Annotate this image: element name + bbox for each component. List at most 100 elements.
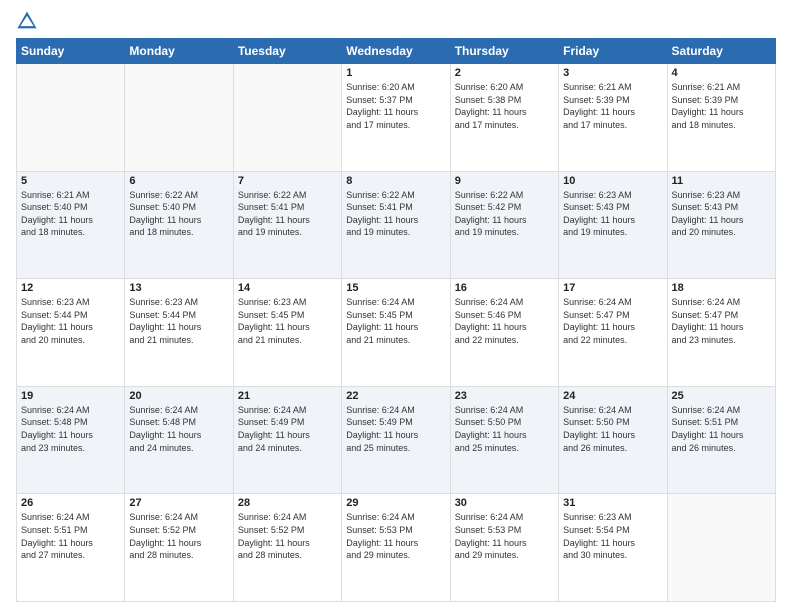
day-cell: 8Sunrise: 6:22 AM Sunset: 5:41 PM Daylig… xyxy=(342,171,450,279)
day-info: Sunrise: 6:24 AM Sunset: 5:51 PM Dayligh… xyxy=(21,511,120,561)
day-cell: 6Sunrise: 6:22 AM Sunset: 5:40 PM Daylig… xyxy=(125,171,233,279)
col-header-saturday: Saturday xyxy=(667,39,775,64)
day-cell: 22 Sunrise: 6:24 AM Sunset: 5:49 PM Dayli… xyxy=(342,386,450,494)
day-cell: 25Sunrise: 6:24 AM Sunset: 5:51 PM Dayli… xyxy=(667,386,775,494)
day-number: 27 xyxy=(129,497,228,509)
day-info: Sunrise: 6:22 AM Sunset: 5:41 PM Dayligh… xyxy=(346,189,445,239)
day-number: 13 xyxy=(129,282,228,294)
col-header-monday: Monday xyxy=(125,39,233,64)
day-info: Sunrise: 6:24 AM Sunset: 5:48 PM Dayligh… xyxy=(129,404,228,454)
day-number: 28 xyxy=(238,497,337,509)
day-info: Sunrise: 6:24 AM Sunset: 5:53 PM Dayligh… xyxy=(455,511,554,561)
day-info: Sunrise: 6:24 AM Sunset: 5:48 PM Dayligh… xyxy=(21,404,120,454)
calendar-table: SundayMondayTuesdayWednesdayThursdayFrid… xyxy=(16,38,776,602)
day-info: Sunrise: 6:24 AM Sunset: 5:53 PM Dayligh… xyxy=(346,511,445,561)
day-info: Sunrise: 6:20 AM Sunset: 5:37 PM Dayligh… xyxy=(346,81,445,131)
day-number: 6 xyxy=(129,175,228,187)
day-info: Sunrise: 6:24 AM Sunset: 5:50 PM Dayligh… xyxy=(563,404,662,454)
day-cell: 16Sunrise: 6:24 AM Sunset: 5:46 PM Dayli… xyxy=(450,279,558,387)
day-info: Sunrise: 6:20 AM Sunset: 5:38 PM Dayligh… xyxy=(455,81,554,131)
week-row-2: 5 Sunrise: 6:21 AM Sunset: 5:40 PM Daylig… xyxy=(17,171,776,279)
day-cell: 11 Sunrise: 6:23 AM Sunset: 5:43 PM Dayli… xyxy=(667,171,775,279)
day-cell: 9 Sunrise: 6:22 AM Sunset: 5:42 PM Daylig… xyxy=(450,171,558,279)
day-cell: 14Sunrise: 6:23 AM Sunset: 5:45 PM Dayli… xyxy=(233,279,341,387)
day-cell xyxy=(17,64,125,172)
day-cell: 1 Sunrise: 6:20 AM Sunset: 5:37 PM Daylig… xyxy=(342,64,450,172)
day-cell: 23 Sunrise: 6:24 AM Sunset: 5:50 PM Dayli… xyxy=(450,386,558,494)
week-row-1: 1 Sunrise: 6:20 AM Sunset: 5:37 PM Daylig… xyxy=(17,64,776,172)
day-number: 18 xyxy=(672,282,771,294)
day-info: Sunrise: 6:21 AM Sunset: 5:39 PM Dayligh… xyxy=(563,81,662,131)
day-cell: 5 Sunrise: 6:21 AM Sunset: 5:40 PM Daylig… xyxy=(17,171,125,279)
day-number: 30 xyxy=(455,497,554,509)
col-header-tuesday: Tuesday xyxy=(233,39,341,64)
day-info: Sunrise: 6:24 AM Sunset: 5:49 PM Dayligh… xyxy=(346,404,445,454)
calendar-header-row: SundayMondayTuesdayWednesdayThursdayFrid… xyxy=(17,39,776,64)
day-number: 21 xyxy=(238,390,337,402)
day-cell: 18Sunrise: 6:24 AM Sunset: 5:47 PM Dayli… xyxy=(667,279,775,387)
day-info: Sunrise: 6:24 AM Sunset: 5:52 PM Dayligh… xyxy=(238,511,337,561)
day-cell xyxy=(667,494,775,602)
week-row-3: 12 Sunrise: 6:23 AM Sunset: 5:44 PM Dayli… xyxy=(17,279,776,387)
col-header-friday: Friday xyxy=(559,39,667,64)
col-header-thursday: Thursday xyxy=(450,39,558,64)
day-number: 20 xyxy=(129,390,228,402)
day-number: 1 xyxy=(346,67,445,79)
day-info: Sunrise: 6:23 AM Sunset: 5:45 PM Dayligh… xyxy=(238,296,337,346)
day-number: 22 xyxy=(346,390,445,402)
logo-icon xyxy=(16,10,38,32)
day-cell: 20 Sunrise: 6:24 AM Sunset: 5:48 PM Dayli… xyxy=(125,386,233,494)
day-number: 12 xyxy=(21,282,120,294)
day-info: Sunrise: 6:24 AM Sunset: 5:50 PM Dayligh… xyxy=(455,404,554,454)
day-number: 11 xyxy=(672,175,771,187)
page: SundayMondayTuesdayWednesdayThursdayFrid… xyxy=(0,0,792,612)
day-number: 19 xyxy=(21,390,120,402)
day-number: 3 xyxy=(563,67,662,79)
day-cell: 12 Sunrise: 6:23 AM Sunset: 5:44 PM Dayli… xyxy=(17,279,125,387)
day-info: Sunrise: 6:21 AM Sunset: 5:40 PM Dayligh… xyxy=(21,189,120,239)
day-number: 7 xyxy=(238,175,337,187)
day-info: Sunrise: 6:24 AM Sunset: 5:52 PM Dayligh… xyxy=(129,511,228,561)
day-number: 5 xyxy=(21,175,120,187)
day-cell: 27 Sunrise: 6:24 AM Sunset: 5:52 PM Dayli… xyxy=(125,494,233,602)
day-cell xyxy=(233,64,341,172)
day-cell: 7 Sunrise: 6:22 AM Sunset: 5:41 PM Daylig… xyxy=(233,171,341,279)
day-number: 17 xyxy=(563,282,662,294)
day-cell: 31Sunrise: 6:23 AM Sunset: 5:54 PM Dayli… xyxy=(559,494,667,602)
day-info: Sunrise: 6:21 AM Sunset: 5:39 PM Dayligh… xyxy=(672,81,771,131)
day-info: Sunrise: 6:23 AM Sunset: 5:43 PM Dayligh… xyxy=(672,189,771,239)
day-number: 10 xyxy=(563,175,662,187)
day-cell: 13Sunrise: 6:23 AM Sunset: 5:44 PM Dayli… xyxy=(125,279,233,387)
day-number: 31 xyxy=(563,497,662,509)
day-cell: 3 Sunrise: 6:21 AM Sunset: 5:39 PM Daylig… xyxy=(559,64,667,172)
day-number: 29 xyxy=(346,497,445,509)
day-number: 15 xyxy=(346,282,445,294)
day-cell: 2 Sunrise: 6:20 AM Sunset: 5:38 PM Daylig… xyxy=(450,64,558,172)
day-cell: 4 Sunrise: 6:21 AM Sunset: 5:39 PM Daylig… xyxy=(667,64,775,172)
col-header-sunday: Sunday xyxy=(17,39,125,64)
day-number: 2 xyxy=(455,67,554,79)
day-info: Sunrise: 6:24 AM Sunset: 5:46 PM Dayligh… xyxy=(455,296,554,346)
day-number: 9 xyxy=(455,175,554,187)
day-cell xyxy=(125,64,233,172)
day-info: Sunrise: 6:24 AM Sunset: 5:49 PM Dayligh… xyxy=(238,404,337,454)
day-cell: 17 Sunrise: 6:24 AM Sunset: 5:47 PM Dayli… xyxy=(559,279,667,387)
week-row-5: 26 Sunrise: 6:24 AM Sunset: 5:51 PM Dayli… xyxy=(17,494,776,602)
day-info: Sunrise: 6:23 AM Sunset: 5:44 PM Dayligh… xyxy=(21,296,120,346)
logo xyxy=(16,10,42,32)
day-number: 23 xyxy=(455,390,554,402)
week-row-4: 19 Sunrise: 6:24 AM Sunset: 5:48 PM Dayli… xyxy=(17,386,776,494)
day-info: Sunrise: 6:24 AM Sunset: 5:47 PM Dayligh… xyxy=(563,296,662,346)
day-info: Sunrise: 6:24 AM Sunset: 5:45 PM Dayligh… xyxy=(346,296,445,346)
day-cell: 21 Sunrise: 6:24 AM Sunset: 5:49 PM Dayli… xyxy=(233,386,341,494)
day-number: 24 xyxy=(563,390,662,402)
day-number: 25 xyxy=(672,390,771,402)
day-number: 26 xyxy=(21,497,120,509)
day-cell: 29 Sunrise: 6:24 AM Sunset: 5:53 PM Dayli… xyxy=(342,494,450,602)
day-info: Sunrise: 6:22 AM Sunset: 5:42 PM Dayligh… xyxy=(455,189,554,239)
day-cell: 10Sunrise: 6:23 AM Sunset: 5:43 PM Dayli… xyxy=(559,171,667,279)
day-number: 4 xyxy=(672,67,771,79)
day-cell: 26 Sunrise: 6:24 AM Sunset: 5:51 PM Dayli… xyxy=(17,494,125,602)
day-cell: 24 Sunrise: 6:24 AM Sunset: 5:50 PM Dayli… xyxy=(559,386,667,494)
day-info: Sunrise: 6:22 AM Sunset: 5:41 PM Dayligh… xyxy=(238,189,337,239)
